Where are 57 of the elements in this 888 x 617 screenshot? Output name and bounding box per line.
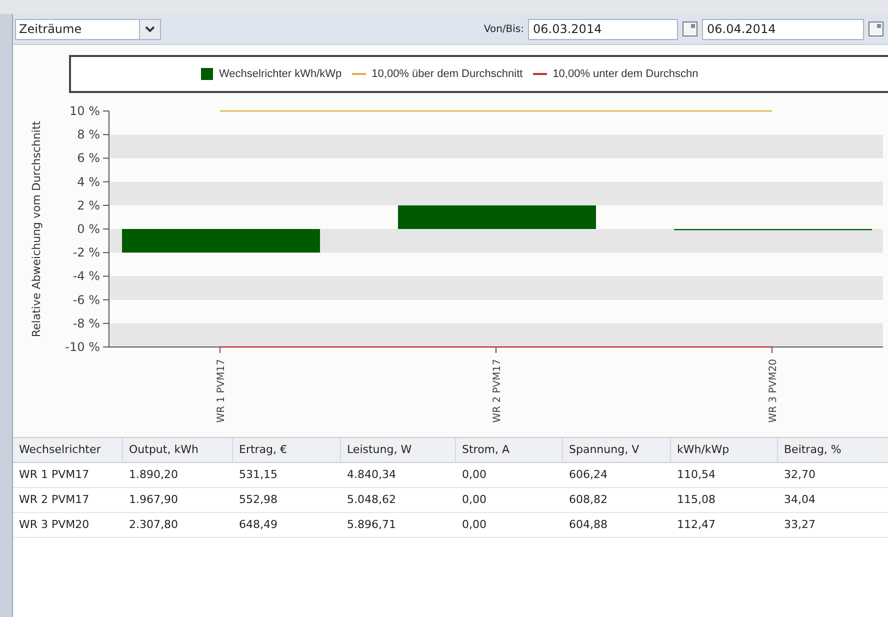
table-cell-text: 110,54 bbox=[676, 467, 716, 483]
y-tick-label: -10 % bbox=[65, 340, 100, 354]
table-cell-text: 0,00 bbox=[461, 467, 488, 483]
table-cell-text: 1.890,20 bbox=[128, 467, 179, 483]
y-tick-label: 8 % bbox=[77, 128, 100, 142]
column-header[interactable]: Beitrag, % bbox=[778, 438, 888, 462]
table-cell-text: 5.048,62 bbox=[346, 492, 397, 508]
caret-icon bbox=[139, 20, 160, 38]
table-cell-text: 552,98 bbox=[238, 492, 278, 508]
date-range-label: Von/Bis: bbox=[484, 24, 524, 34]
column-header[interactable]: Ertrag, € bbox=[233, 438, 341, 462]
y-tick-label: 0 % bbox=[77, 222, 100, 236]
table-cell-text: WR 2 PVM17 bbox=[18, 492, 90, 508]
column-header[interactable]: Output, kWh bbox=[123, 438, 233, 462]
y-tick-label: 2 % bbox=[77, 198, 100, 212]
column-header[interactable]: Wechselrichter bbox=[13, 438, 123, 462]
y-tick-label: -2 % bbox=[72, 246, 100, 260]
period-dropdown[interactable]: Zeiträume bbox=[15, 18, 161, 40]
y-axis-title: Relative Abweichung vom Durchschnitt bbox=[30, 120, 43, 338]
x-tick-label: WR 3 PVM20 bbox=[768, 359, 779, 423]
table-cell-text: 34,04 bbox=[783, 492, 816, 508]
column-header[interactable]: kWh/kWp bbox=[671, 438, 778, 462]
table-cell-text: 608,82 bbox=[568, 492, 608, 508]
column-header[interactable]: Strom, A bbox=[456, 438, 563, 462]
table-cell-text: 4.840,34 bbox=[346, 467, 397, 483]
table-cell-text: 1.967,90 bbox=[128, 492, 179, 508]
table-cell-text: 531,15 bbox=[238, 467, 278, 483]
y-tick-label: -6 % bbox=[72, 292, 100, 307]
x-tick-label: WR 2 PVM17 bbox=[492, 359, 503, 423]
legend-label: 10,00% über dem Durchschnitt bbox=[372, 68, 523, 80]
table-cell-text: 115,08 bbox=[676, 492, 716, 508]
table-cell-text: 5.896,71 bbox=[346, 517, 397, 533]
table-cell-text: 0,00 bbox=[461, 517, 488, 533]
y-tick-label: -4 % bbox=[72, 269, 100, 284]
column-header[interactable]: Spannung, V bbox=[563, 438, 671, 462]
y-tick-label: 10 % bbox=[70, 104, 100, 118]
table-cell-text: 0,00 bbox=[461, 492, 488, 508]
calendar-icon[interactable] bbox=[682, 21, 698, 37]
x-tick-label: WR 1 PVM17 bbox=[216, 359, 227, 423]
table-cell-text: 112,47 bbox=[676, 517, 716, 533]
table-cell-text: 32,70 bbox=[783, 467, 816, 483]
table-cell-text: 648,49 bbox=[238, 517, 278, 533]
table-cell-text: 33,27 bbox=[783, 517, 816, 533]
from-date-field[interactable]: 06.03.2014 bbox=[528, 18, 678, 40]
table-cell-text: 606,24 bbox=[568, 467, 608, 483]
table-cell-text: 604,88 bbox=[568, 517, 608, 533]
table-cell-text: 2.307,80 bbox=[128, 517, 179, 533]
legend-label: 10,00% unter dem Durchschn bbox=[552, 68, 698, 80]
column-header[interactable]: Leistung, W bbox=[341, 438, 456, 462]
y-tick-label: 4 % bbox=[77, 174, 100, 189]
y-tick-label: -8 % bbox=[72, 316, 100, 330]
to-date-field[interactable]: 06.04.2014 bbox=[702, 18, 864, 40]
calendar-icon[interactable] bbox=[868, 21, 884, 37]
y-tick-label: 6 % bbox=[77, 151, 100, 166]
legend-label: Wechselrichter kWh/kWp bbox=[219, 68, 342, 80]
table-cell-text: WR 3 PVM20 bbox=[18, 517, 90, 533]
table-cell-text: WR 1 PVM17 bbox=[18, 467, 90, 483]
